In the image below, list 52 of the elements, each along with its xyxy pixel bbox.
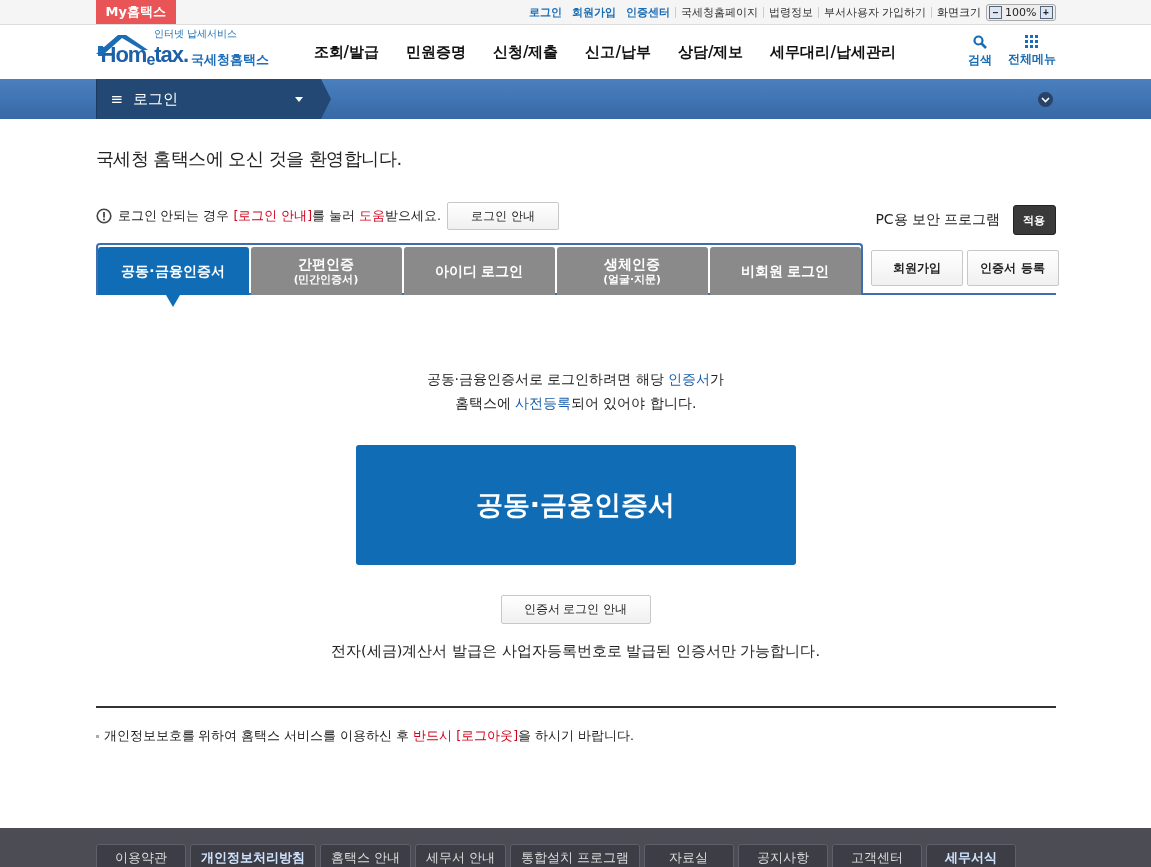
certificate-guide-button[interactable]: 인증서 로그인 안내 xyxy=(500,595,651,624)
footer-link[interactable]: 세무서식 xyxy=(925,844,1016,867)
zoom-value: 100% xyxy=(1005,5,1037,19)
privacy-notice: 개인정보보호를 위하여 홈택스 서비스를 이용하신 후 반드시 [로그아웃]을 하시기 바랍니다. xyxy=(103,728,634,745)
certificate-login-button[interactable]: 공동·금융인증서 xyxy=(355,445,796,565)
side-button[interactable]: 회원가입 xyxy=(870,250,963,286)
logo-name[interactable]: 국세청홈택스 xyxy=(191,51,270,69)
welcome-heading: 국세청 홈택스에 오신 것을 환영합니다. xyxy=(95,147,403,171)
top-link[interactable]: 법령정보 xyxy=(762,6,818,18)
footer-link[interactable]: 통합설치 프로그램 xyxy=(509,844,640,867)
bullet-icon xyxy=(95,735,99,738)
apply-button[interactable]: 적용 xyxy=(1012,205,1056,235)
nav-menu-item[interactable]: 세무대리/납세관리 xyxy=(770,42,896,62)
footer-link[interactable]: 고객센터 xyxy=(831,844,922,867)
zoom-in-button[interactable]: + xyxy=(1039,5,1053,19)
footer-link[interactable]: 홈택스 안내 xyxy=(319,844,411,867)
logo-tagline: 인터넷 납세서비스 xyxy=(153,28,237,39)
top-link[interactable]: 인증센터 xyxy=(620,6,675,18)
login-guide-button[interactable]: 로그인 안내 xyxy=(447,202,560,230)
grid-icon xyxy=(1025,35,1038,48)
footer-link[interactable]: 이용약관 xyxy=(95,844,186,867)
search-icon xyxy=(972,35,987,49)
nav-menu-item[interactable]: 민원증명 xyxy=(406,42,466,62)
side-button[interactable]: 인증서 등록 xyxy=(966,250,1059,286)
security-program-label: PC용 보안 프로그램 xyxy=(875,211,1001,229)
menu-icon[interactable]: ≡ xyxy=(110,90,124,108)
nav-menu-item[interactable]: 조회/발급 xyxy=(313,42,379,62)
breadcrumb-label[interactable]: 로그인 xyxy=(133,89,179,109)
certificate-notice: 공동·금융인증서로 로그인하려면 해당 인증서 가 xyxy=(425,370,726,389)
header-tool-link[interactable]: 전체메뉴 xyxy=(1007,35,1056,69)
nav-menu-item[interactable]: 상담/제보 xyxy=(677,42,744,62)
nav-menu-item[interactable]: 신고/납부 xyxy=(585,42,651,62)
tab-pointer-icon xyxy=(166,295,180,307)
top-link[interactable]: 로그인 xyxy=(523,6,567,18)
footer-link[interactable]: 세무서 안내 xyxy=(414,844,506,867)
header-tool-link[interactable]: 검색 xyxy=(967,35,992,69)
help-notice: 로그인 안되는 경우 [로그인 안내]를 눌러 도움받으세요. xyxy=(117,207,442,225)
top-link[interactable]: 국세청홈페이지 xyxy=(674,6,763,18)
my-hometax-tab[interactable]: My홈택스 xyxy=(95,0,176,24)
caret-icon[interactable] xyxy=(294,96,303,102)
nav-menu-item[interactable]: 신청/제출 xyxy=(493,42,559,62)
zoom-out-button[interactable]: − xyxy=(989,5,1003,19)
certificate-notice: 홈택스에 사전등록되어 있어야 합니다. xyxy=(453,394,698,413)
invoice-note: 전자(세금)계산서 발급은 사업자등록번호로 발급된 인증서만 가능합니다. xyxy=(330,642,821,661)
top-link[interactable]: 부서사용자 가입하기 xyxy=(817,6,932,18)
footer-link[interactable]: 공지사항 xyxy=(737,844,828,867)
top-link[interactable]: 회원가입 xyxy=(566,6,621,18)
chevron-down-icon[interactable] xyxy=(1037,91,1053,107)
footer-link[interactable]: 개인정보처리방침 xyxy=(189,844,316,867)
alert-icon xyxy=(95,208,112,224)
login-tab[interactable]: 공동·금융인증서 xyxy=(97,247,249,295)
footer-link[interactable]: 자료실 xyxy=(643,844,734,867)
